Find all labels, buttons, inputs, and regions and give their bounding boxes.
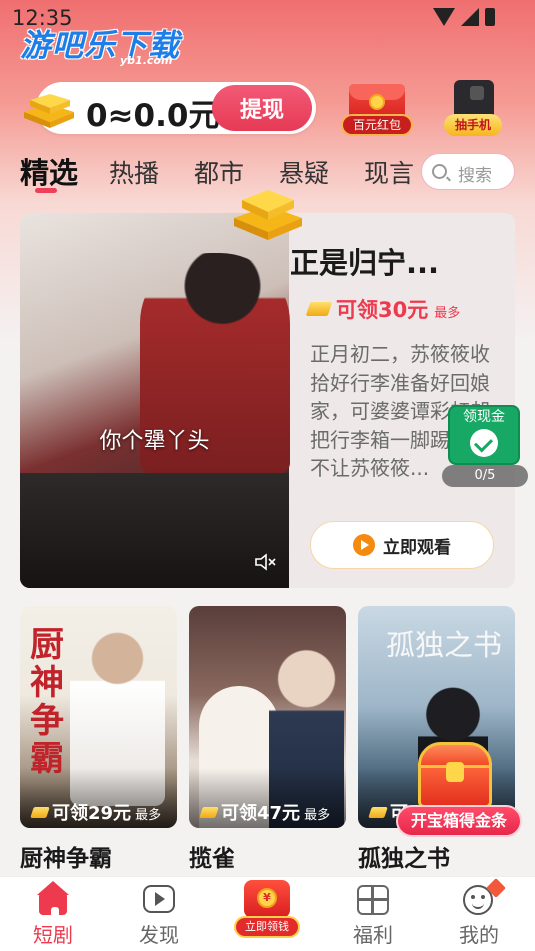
battery-icon [485,8,495,26]
active-tab-indicator [35,188,57,193]
treasure-chest-button[interactable]: 开宝箱得金条 [396,805,522,837]
gold-bar-icon [24,94,74,128]
red-packet-promo[interactable]: 百元红包 [341,80,413,138]
featured-reward: 可领30元 最多 [305,294,461,324]
gold-bar-icon [305,302,333,316]
video-subtitle: 你个犟丫头 [99,429,210,454]
coin-balance-pill[interactable]: 0≈0.0元 提现 [36,82,316,134]
watch-now-button[interactable]: 立即观看 [310,521,494,569]
tab-romance[interactable]: 现言 [364,154,414,190]
gold-bar-icon [234,190,302,240]
play-icon [353,534,375,556]
cover-reward: 可领47元 最多 [199,799,330,825]
home-icon [37,881,69,917]
claim-cash-widget[interactable]: 领现金 0/5 [442,405,528,487]
signal-icon [461,8,479,26]
featured-reward-amount: 可领30元 [336,298,429,322]
drama-cover[interactable]: 厨神争霸 可领29元 最多 [20,606,177,828]
nav-item-short-drama[interactable]: 短剧 [8,877,98,951]
tab-trending[interactable]: 热播 [109,154,159,190]
drama-cover[interactable]: 可领47元 最多 [189,606,346,828]
drama-title[interactable]: 揽雀 [189,839,235,873]
search-input[interactable]: 搜索 [421,153,515,190]
watermark-logo: 游吧乐下载 yb1.com [20,20,185,68]
withdraw-button[interactable]: 提现 [212,85,312,131]
claim-money-label: 立即领钱 [234,916,300,938]
claim-cash-title: 领现金 [463,409,505,425]
gold-bar-icon [199,806,219,818]
claim-cash-progress: 0/5 [442,465,528,487]
check-icon [470,429,498,457]
featured-video-preview[interactable]: 你个犟丫头 [20,213,290,588]
red-packet-label: 百元红包 [341,114,413,136]
nav-item-profile[interactable]: 我的 [434,877,524,951]
phone-lottery-promo[interactable]: 抽手机 [444,80,502,138]
tab-featured[interactable]: 精选 [20,150,78,192]
search-icon [432,164,447,179]
nav-item-benefits[interactable]: 福利 [328,877,418,951]
treasure-chest-icon[interactable] [412,740,498,810]
drama-card[interactable]: 可领47元 最多 揽雀 [189,606,346,873]
coin-balance: 0≈0.0元 [86,98,220,134]
claim-money-button[interactable]: ¥ 立即领钱 [232,880,302,940]
nav-item-discover[interactable]: 发现 [114,877,204,951]
gold-bar-icon [30,806,50,818]
cover-title: 厨神争霸 [30,625,64,779]
watch-now-label: 立即观看 [383,537,451,558]
wifi-icon [433,8,455,26]
search-placeholder: 搜索 [458,166,492,186]
video-icon [143,885,175,917]
drama-card[interactable]: 厨神争霸 可领29元 最多 厨神争霸 [20,606,177,873]
category-tabs: 精选 热播 都市 悬疑 现言 [20,148,420,198]
mute-icon[interactable] [254,553,276,571]
profile-icon [463,878,506,917]
drama-title[interactable]: 孤独之书 [358,839,450,873]
featured-reward-more: 最多 [434,306,461,321]
logo-domain: yb1.com [120,54,173,67]
gold-bar-icon [368,806,388,818]
gift-icon [357,885,389,917]
featured-title[interactable]: 正是归宁... [290,240,439,282]
cover-reward: 可领29元 最多 [30,799,161,825]
drama-title[interactable]: 厨神争霸 [20,839,112,873]
phone-lottery-label: 抽手机 [444,114,502,136]
cover-title: 孤独之书 [386,628,503,662]
